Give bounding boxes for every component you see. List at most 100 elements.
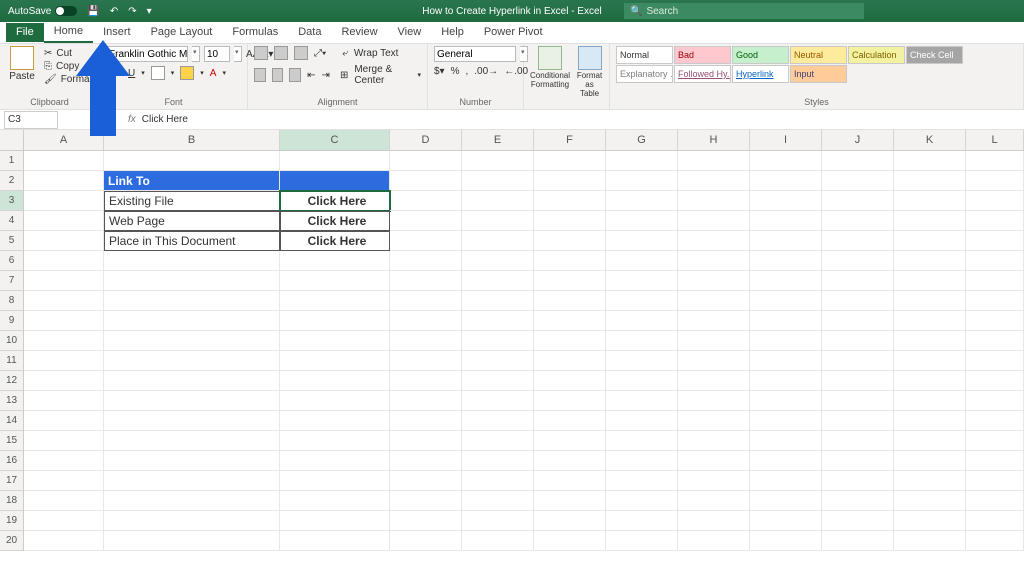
cell-D12[interactable] bbox=[390, 371, 462, 391]
row-header-8[interactable]: 8 bbox=[0, 291, 24, 311]
cell-I18[interactable] bbox=[750, 491, 822, 511]
cell-K2[interactable] bbox=[894, 171, 966, 191]
cell-D15[interactable] bbox=[390, 431, 462, 451]
accounting-button[interactable]: $▾ bbox=[434, 66, 445, 77]
cell-E11[interactable] bbox=[462, 351, 534, 371]
cell-C1[interactable] bbox=[280, 151, 390, 171]
cell-H3[interactable] bbox=[678, 191, 750, 211]
cell-C2[interactable] bbox=[280, 171, 390, 191]
font-size-dropdown[interactable] bbox=[234, 46, 242, 62]
cell-L10[interactable] bbox=[966, 331, 1024, 351]
align-right-icon[interactable] bbox=[289, 68, 301, 82]
style-calculation[interactable]: Calculation bbox=[848, 46, 905, 64]
cell-J13[interactable] bbox=[822, 391, 894, 411]
cell-K4[interactable] bbox=[894, 211, 966, 231]
cell-H1[interactable] bbox=[678, 151, 750, 171]
cell-I1[interactable] bbox=[750, 151, 822, 171]
cell-B13[interactable] bbox=[104, 391, 280, 411]
cell-F5[interactable] bbox=[534, 231, 606, 251]
cell-L15[interactable] bbox=[966, 431, 1024, 451]
cell-G2[interactable] bbox=[606, 171, 678, 191]
row-header-10[interactable]: 10 bbox=[0, 331, 24, 351]
cell-A2[interactable] bbox=[24, 171, 104, 191]
cell-A17[interactable] bbox=[24, 471, 104, 491]
cell-A7[interactable] bbox=[24, 271, 104, 291]
row-header-16[interactable]: 16 bbox=[0, 451, 24, 471]
tab-review[interactable]: Review bbox=[331, 23, 387, 42]
cell-F10[interactable] bbox=[534, 331, 606, 351]
style-input[interactable]: Input bbox=[790, 65, 847, 83]
cell-styles-gallery[interactable]: NormalBadGoodNeutralCalculationCheck Cel… bbox=[616, 46, 972, 83]
cell-E12[interactable] bbox=[462, 371, 534, 391]
cell-B10[interactable] bbox=[104, 331, 280, 351]
cell-A14[interactable] bbox=[24, 411, 104, 431]
cell-F6[interactable] bbox=[534, 251, 606, 271]
align-left-icon[interactable] bbox=[254, 68, 266, 82]
cell-B3[interactable]: Existing File bbox=[104, 191, 280, 211]
cell-J1[interactable] bbox=[822, 151, 894, 171]
cell-K11[interactable] bbox=[894, 351, 966, 371]
fill-color-button[interactable] bbox=[180, 66, 194, 80]
cell-H7[interactable] bbox=[678, 271, 750, 291]
cell-H13[interactable] bbox=[678, 391, 750, 411]
row-header-15[interactable]: 15 bbox=[0, 431, 24, 451]
row-header-11[interactable]: 11 bbox=[0, 351, 24, 371]
cell-L12[interactable] bbox=[966, 371, 1024, 391]
font-name-dropdown[interactable] bbox=[192, 46, 200, 62]
conditional-formatting-button[interactable]: Conditional Formatting bbox=[530, 46, 570, 89]
col-header-K[interactable]: K bbox=[894, 130, 966, 151]
cell-H17[interactable] bbox=[678, 471, 750, 491]
cell-J6[interactable] bbox=[822, 251, 894, 271]
cell-F3[interactable] bbox=[534, 191, 606, 211]
cell-J15[interactable] bbox=[822, 431, 894, 451]
cell-H10[interactable] bbox=[678, 331, 750, 351]
cell-G9[interactable] bbox=[606, 311, 678, 331]
cell-G8[interactable] bbox=[606, 291, 678, 311]
save-icon[interactable]: 💾 bbox=[87, 6, 99, 17]
cell-E18[interactable] bbox=[462, 491, 534, 511]
cell-G11[interactable] bbox=[606, 351, 678, 371]
cell-H18[interactable] bbox=[678, 491, 750, 511]
cell-H20[interactable] bbox=[678, 531, 750, 551]
col-header-D[interactable]: D bbox=[390, 130, 462, 151]
cell-B8[interactable] bbox=[104, 291, 280, 311]
qat-dropdown-icon[interactable]: ▾ bbox=[147, 6, 152, 17]
cell-E13[interactable] bbox=[462, 391, 534, 411]
cell-H4[interactable] bbox=[678, 211, 750, 231]
row-header-3[interactable]: 3 bbox=[0, 191, 24, 211]
cell-K13[interactable] bbox=[894, 391, 966, 411]
formula-input[interactable]: Click Here bbox=[142, 114, 188, 125]
style-neutral[interactable]: Neutral bbox=[790, 46, 847, 64]
cell-D11[interactable] bbox=[390, 351, 462, 371]
row-header-18[interactable]: 18 bbox=[0, 491, 24, 511]
cell-E15[interactable] bbox=[462, 431, 534, 451]
cell-H9[interactable] bbox=[678, 311, 750, 331]
cell-C15[interactable] bbox=[280, 431, 390, 451]
cell-D7[interactable] bbox=[390, 271, 462, 291]
cell-E14[interactable] bbox=[462, 411, 534, 431]
cell-H12[interactable] bbox=[678, 371, 750, 391]
cell-K16[interactable] bbox=[894, 451, 966, 471]
tab-file[interactable]: File bbox=[6, 23, 44, 42]
style-followed-hy-[interactable]: Followed Hy... bbox=[674, 65, 731, 83]
cell-J20[interactable] bbox=[822, 531, 894, 551]
cell-L2[interactable] bbox=[966, 171, 1024, 191]
cell-E7[interactable] bbox=[462, 271, 534, 291]
cell-C13[interactable] bbox=[280, 391, 390, 411]
cell-L5[interactable] bbox=[966, 231, 1024, 251]
cell-A12[interactable] bbox=[24, 371, 104, 391]
cell-A18[interactable] bbox=[24, 491, 104, 511]
cell-G3[interactable] bbox=[606, 191, 678, 211]
cell-K5[interactable] bbox=[894, 231, 966, 251]
align-center-icon[interactable] bbox=[272, 68, 284, 82]
cell-E4[interactable] bbox=[462, 211, 534, 231]
cell-A4[interactable] bbox=[24, 211, 104, 231]
cell-G14[interactable] bbox=[606, 411, 678, 431]
cell-E1[interactable] bbox=[462, 151, 534, 171]
cell-B7[interactable] bbox=[104, 271, 280, 291]
cell-C20[interactable] bbox=[280, 531, 390, 551]
cell-I9[interactable] bbox=[750, 311, 822, 331]
cell-D6[interactable] bbox=[390, 251, 462, 271]
cell-I5[interactable] bbox=[750, 231, 822, 251]
cell-A6[interactable] bbox=[24, 251, 104, 271]
